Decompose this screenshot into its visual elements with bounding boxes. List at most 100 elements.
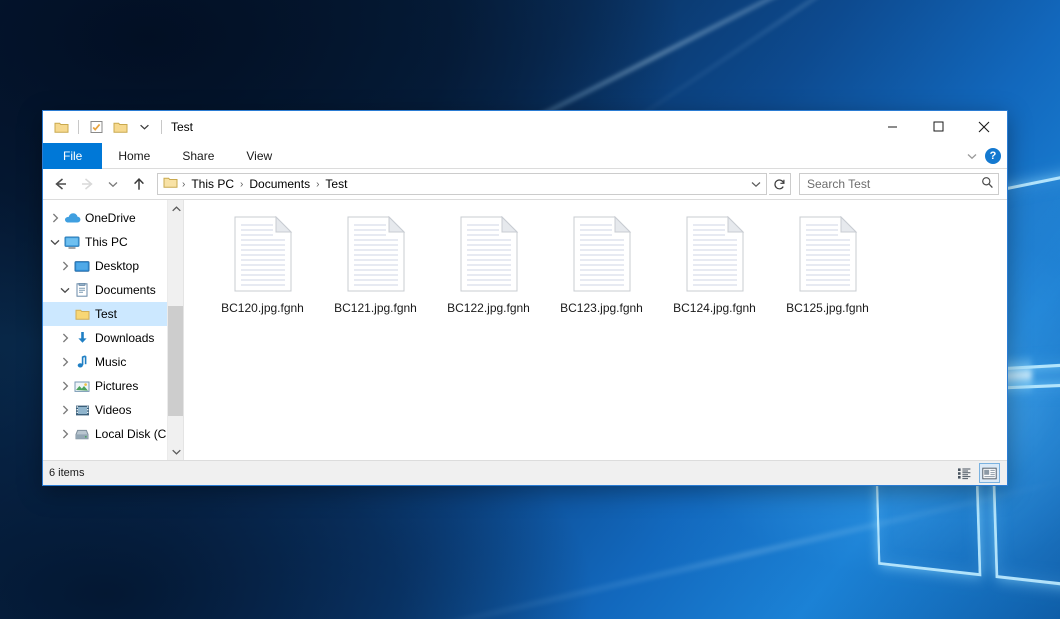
sidebar-item-documents[interactable]: Documents bbox=[43, 278, 183, 302]
breadcrumb-test[interactable]: Test bbox=[321, 176, 351, 192]
sidebar-item-onedrive[interactable]: OneDrive bbox=[43, 206, 183, 230]
sidebar-item-downloads[interactable]: Downloads bbox=[43, 326, 183, 350]
breadcrumb: › This PC › Documents › Test bbox=[181, 176, 747, 192]
breadcrumb-separator: › bbox=[239, 179, 244, 190]
window-controls bbox=[869, 111, 1007, 142]
properties-icon[interactable] bbox=[86, 117, 106, 137]
generic-document-icon bbox=[233, 216, 293, 292]
quick-access-toolbar bbox=[43, 117, 165, 137]
sidebar-item-this-pc[interactable]: This PC bbox=[43, 230, 183, 254]
file-name: BC120.jpg.fgnh bbox=[218, 300, 307, 316]
file-list-pane[interactable]: BC120.jpg.fgnh BC121.j bbox=[183, 200, 1007, 460]
refresh-button[interactable] bbox=[769, 173, 791, 195]
recent-locations-chevron-icon[interactable] bbox=[101, 172, 125, 196]
cloud-icon bbox=[63, 212, 81, 224]
details-view-button[interactable] bbox=[954, 463, 975, 483]
breadcrumb-separator: › bbox=[181, 179, 186, 190]
chevron-right-icon[interactable] bbox=[57, 381, 73, 391]
chevron-right-icon[interactable] bbox=[57, 405, 73, 415]
ribbon-right-controls: ? bbox=[967, 143, 1001, 169]
back-button[interactable] bbox=[49, 172, 73, 196]
chevron-down-icon[interactable] bbox=[47, 239, 63, 246]
maximize-button[interactable] bbox=[915, 111, 961, 142]
search-icon bbox=[981, 176, 994, 192]
sidebar-item-label: Pictures bbox=[95, 379, 138, 393]
tab-file[interactable]: File bbox=[43, 143, 102, 169]
file-explorer-window: Test bbox=[42, 110, 1008, 486]
expand-ribbon-chevron-icon[interactable] bbox=[967, 149, 977, 163]
monitor-icon bbox=[63, 236, 81, 249]
file-name: BC122.jpg.fgnh bbox=[444, 300, 533, 316]
address-dropdown-chevron-icon[interactable] bbox=[747, 174, 764, 194]
tab-share[interactable]: Share bbox=[166, 143, 230, 169]
file-item[interactable]: BC123.jpg.fgnh bbox=[545, 214, 658, 316]
desktop-icon bbox=[73, 260, 91, 273]
sidebar-item-music[interactable]: Music bbox=[43, 350, 183, 374]
up-button[interactable] bbox=[127, 172, 151, 196]
chevron-right-icon[interactable] bbox=[57, 261, 73, 271]
sidebar-item-desktop[interactable]: Desktop bbox=[43, 254, 183, 278]
sidebar-item-label: This PC bbox=[85, 235, 128, 249]
window-title: Test bbox=[171, 120, 193, 134]
folder-icon[interactable] bbox=[51, 117, 71, 137]
sidebar-item-label: Documents bbox=[95, 283, 156, 297]
large-icons-view-button[interactable] bbox=[979, 463, 1000, 483]
file-item[interactable]: BC122.jpg.fgnh bbox=[432, 214, 545, 316]
folder-icon bbox=[73, 308, 91, 321]
file-item[interactable]: BC125.jpg.fgnh bbox=[771, 214, 884, 316]
explorer-body: OneDrive This PC bbox=[43, 199, 1007, 460]
customize-qat-chevron-icon[interactable] bbox=[134, 117, 154, 137]
sidebar-scrollbar[interactable] bbox=[167, 200, 183, 460]
scrollbar-down-arrow-icon[interactable] bbox=[168, 443, 184, 460]
sidebar-item-label: Test bbox=[95, 307, 117, 321]
music-icon bbox=[73, 355, 91, 369]
file-name: BC125.jpg.fgnh bbox=[783, 300, 872, 316]
desktop: Test bbox=[0, 0, 1060, 619]
breadcrumb-this-pc[interactable]: This PC bbox=[187, 176, 238, 192]
generic-document-icon bbox=[346, 216, 406, 292]
status-bar: 6 items bbox=[43, 460, 1007, 485]
pictures-icon bbox=[73, 380, 91, 393]
view-mode-buttons bbox=[954, 463, 1000, 483]
sidebar-item-label: Local Disk (C:) bbox=[95, 427, 174, 441]
item-count-label: 6 items bbox=[49, 467, 84, 479]
file-item[interactable]: BC120.jpg.fgnh bbox=[206, 214, 319, 316]
title-bar: Test bbox=[43, 111, 1007, 143]
toolbar-separator bbox=[78, 120, 79, 134]
sidebar-item-label: Videos bbox=[95, 403, 131, 417]
generic-document-icon bbox=[572, 216, 632, 292]
sidebar-item-pictures[interactable]: Pictures bbox=[43, 374, 183, 398]
download-icon bbox=[73, 331, 91, 345]
breadcrumb-separator: › bbox=[315, 179, 320, 190]
forward-button[interactable] bbox=[75, 172, 99, 196]
generic-document-icon bbox=[459, 216, 519, 292]
help-button[interactable]: ? bbox=[985, 148, 1001, 164]
breadcrumb-documents[interactable]: Documents bbox=[245, 176, 314, 192]
sidebar-item-videos[interactable]: Videos bbox=[43, 398, 183, 422]
chevron-right-icon[interactable] bbox=[57, 333, 73, 343]
file-item[interactable]: BC121.jpg.fgnh bbox=[319, 214, 432, 316]
search-box[interactable] bbox=[799, 173, 999, 195]
file-name: BC123.jpg.fgnh bbox=[557, 300, 646, 316]
sidebar-item-local-disk-c[interactable]: Local Disk (C:) bbox=[43, 422, 183, 446]
tab-view[interactable]: View bbox=[230, 143, 288, 169]
chevron-down-icon[interactable] bbox=[57, 287, 73, 294]
file-item[interactable]: BC124.jpg.fgnh bbox=[658, 214, 771, 316]
address-bar[interactable]: › This PC › Documents › Test bbox=[157, 173, 767, 195]
sidebar-item-test[interactable]: Test bbox=[43, 302, 183, 326]
new-folder-icon[interactable] bbox=[110, 117, 130, 137]
address-bar-row: › This PC › Documents › Test bbox=[43, 169, 1007, 199]
file-name: BC121.jpg.fgnh bbox=[331, 300, 420, 316]
scrollbar-thumb[interactable] bbox=[168, 306, 184, 416]
chevron-right-icon[interactable] bbox=[47, 213, 63, 223]
file-name: BC124.jpg.fgnh bbox=[670, 300, 759, 316]
chevron-right-icon[interactable] bbox=[57, 429, 73, 439]
videos-icon bbox=[73, 404, 91, 417]
search-input[interactable] bbox=[807, 177, 981, 191]
chevron-right-icon[interactable] bbox=[57, 357, 73, 367]
minimize-button[interactable] bbox=[869, 111, 915, 142]
tab-home[interactable]: Home bbox=[102, 143, 166, 169]
scrollbar-up-arrow-icon[interactable] bbox=[168, 200, 184, 217]
close-button[interactable] bbox=[961, 111, 1007, 142]
address-folder-icon bbox=[162, 176, 181, 192]
